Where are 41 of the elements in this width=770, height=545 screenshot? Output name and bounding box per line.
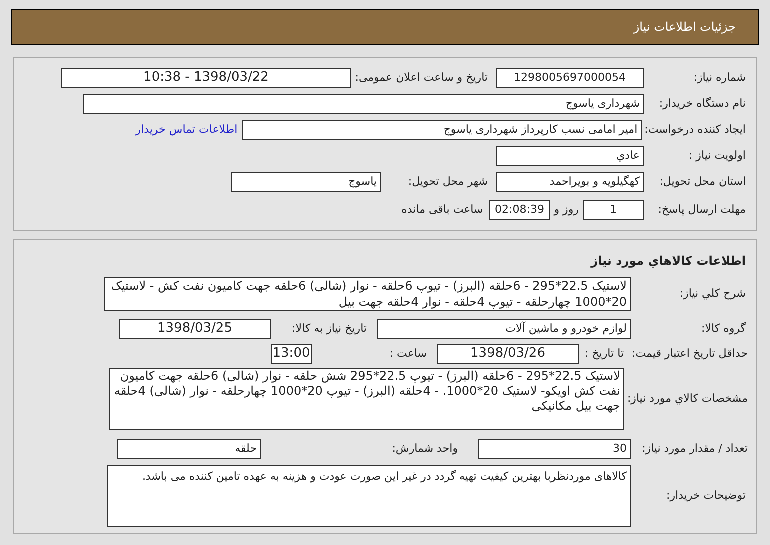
buyer-field: شهرداری یاسوج [83, 94, 644, 114]
need-date-field: 1398/03/25 [119, 319, 271, 339]
group-field: لوازم خودرو و ماشین آلات [377, 319, 631, 339]
quantity-field: 30 [478, 439, 631, 459]
section-title: اطلاعات کالاهاي مورد نياز [591, 254, 746, 268]
field-label: گروه کالا: [700, 320, 747, 337]
field-label: تاریخ و ساعت اعلان عمومی: [354, 70, 489, 86]
field-label: شهر محل تحویل: [407, 174, 489, 190]
field-label: واحد شمارش: [391, 440, 459, 457]
priority-field: عادي [496, 146, 644, 166]
hour-field: 13:00 [271, 344, 312, 364]
field-label: توضیحات خریدار: [666, 488, 747, 504]
until-date-field: 1398/03/26 [437, 344, 579, 364]
field-label: تا تاریخ : [584, 346, 625, 362]
page-title: جزئیات اطلاعات نیاز [634, 19, 736, 36]
field-label: استان محل تحویل: [658, 174, 747, 190]
city-field: یاسوج [231, 172, 381, 192]
field-label: شرح کلي نياز: [678, 286, 747, 302]
field-label: مهلت ارسال پاسخ: [657, 202, 747, 218]
province-field: کهگیلویه و بویراحمد [496, 172, 644, 192]
contact-link[interactable]: اطلاعات تماس خریدار [136, 122, 238, 138]
field-label: ساعت باقی مانده [400, 202, 484, 218]
summary-box: لاستیک 22.5*295 - 6حلقه (البرز) - تیوپ 6حلقه - نوار (شالی) 6حلقه جهت کامیون نفت کش - لاستیک 20*1000 چهارحلقه - تیوپ 4حلقه - نوار 4حلقه جهت بیل [104, 277, 631, 311]
notes-box: کالاهای موردنظربا بهترین کیفیت تهیه گردد در غیر این صورت عودت و هزینه به عهده تامین کننده می باشد. [107, 465, 631, 527]
field-label: ساعت : [388, 346, 428, 362]
requester-field: امیر امامی نسب کارپرداز شهرداری یاسوج [242, 120, 642, 140]
announce-date-field: 1398/03/22 - 10:38 [61, 68, 352, 88]
unit-field: حلقه [117, 439, 261, 459]
field-label: تعداد / مقدار مورد نیاز: [641, 440, 749, 457]
field-label: اولویت نیاز : [688, 148, 747, 164]
field-label: ایجاد کننده درخواست: [644, 122, 747, 138]
need-number-field: 1298005697000054 [496, 68, 644, 88]
field-label: نام دستگاه خریدار: [658, 96, 747, 112]
field-label: مشخصات کالاي مورد نياز: [626, 390, 749, 407]
field-label: حداقل تاریخ اعتبار قیمت: [631, 346, 749, 362]
field-label: روز و [552, 202, 580, 218]
time-left-field: 02:08:39 [489, 200, 550, 220]
days-field: 1 [583, 200, 644, 220]
field-label: تاریخ نیاز به کالا: [291, 320, 368, 337]
specs-box: لاستیک 22.5*295 - 6حلقه (البرز) - تیوپ 22.5*295 شش حلقه - نوار (شالی) 6حلقه جهت کامیون نفت کش اویکو- لاستیک 20*1000. - 4حلقه (البرز) - تیوپ 20*1000 چهارحلقه - نوار (شالی) 4حلقه جهت بیل مکانیکی [109, 368, 624, 430]
field-label: شماره نیاز: [692, 70, 747, 86]
